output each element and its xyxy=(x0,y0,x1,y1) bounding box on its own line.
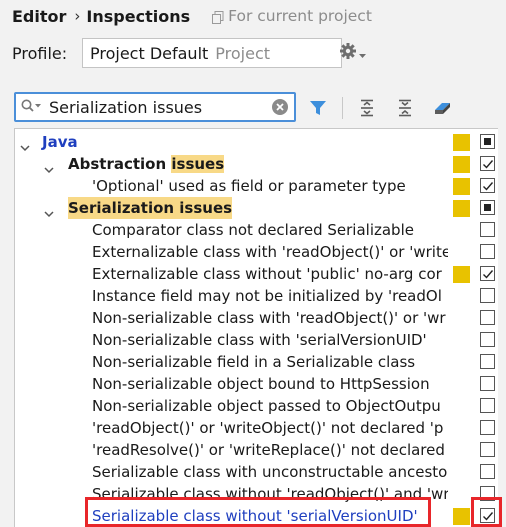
checkbox-unchecked[interactable] xyxy=(480,354,495,369)
profile-type: Project xyxy=(215,43,271,63)
search-field[interactable]: Serialization issues xyxy=(14,92,296,122)
label-text: Abstraction xyxy=(68,155,172,173)
copy-icon xyxy=(212,10,224,24)
inspections-tree: Java Abstraction issues 'Optional' used … xyxy=(14,128,506,527)
profile-row: Profile: Project Default Project xyxy=(12,38,366,68)
expand-all-icon[interactable] xyxy=(355,96,379,120)
inspection-item[interactable]: Serializable class with unconstructable … xyxy=(15,461,506,483)
tree-node-label: 'Optional' used as field or parameter ty… xyxy=(92,177,406,195)
severity-indicator xyxy=(453,266,470,283)
inspection-label: Externalizable class without 'public' no… xyxy=(92,265,442,283)
breadcrumb-editor[interactable]: Editor xyxy=(12,7,66,26)
checkbox-unchecked[interactable] xyxy=(480,332,495,347)
checkbox-unchecked[interactable] xyxy=(480,244,495,259)
search-icon xyxy=(21,98,43,117)
breadcrumb-inspections: Inspections xyxy=(86,6,191,26)
search-highlight: Serialization issues xyxy=(68,197,233,219)
tree-node-optional[interactable]: 'Optional' used as field or parameter ty… xyxy=(15,175,506,197)
checkbox-unchecked[interactable] xyxy=(480,442,495,457)
inspection-item[interactable]: Non-serializable field in a Serializable… xyxy=(15,351,506,373)
chevron-down-icon[interactable] xyxy=(20,137,30,152)
filter-icon[interactable] xyxy=(306,96,330,120)
checkbox-checked[interactable] xyxy=(480,266,495,281)
severity-indicator xyxy=(453,156,470,173)
inspection-item[interactable]: Non-serializable class with 'serialVersi… xyxy=(15,329,506,351)
breadcrumb: Editor › Inspections For current project xyxy=(12,4,372,28)
checkbox-checked[interactable] xyxy=(480,156,495,171)
inspection-item[interactable]: Non-serializable object bound to HttpSes… xyxy=(15,373,506,395)
inspection-label: Non-serializable class with 'readObject(… xyxy=(92,309,446,327)
tree-node-abstraction-issues[interactable]: Abstraction issues xyxy=(15,153,506,175)
scope-label: For current project xyxy=(228,7,372,25)
inspection-item[interactable]: Externalizable class without 'public' no… xyxy=(15,263,506,285)
inspection-label: Comparator class not declared Serializab… xyxy=(92,221,414,239)
inspection-label: Non-serializable class with 'serialVersi… xyxy=(92,331,427,349)
profile-name: Project Default xyxy=(90,43,209,63)
inspection-item[interactable]: Comparator class not declared Serializab… xyxy=(15,219,506,241)
tree-node-label: Abstraction issues xyxy=(68,153,225,175)
panel-edge xyxy=(498,128,506,527)
inspection-label: Instance field may not be initialized by… xyxy=(92,287,442,305)
severity-indicator xyxy=(453,134,470,151)
checkbox-unchecked[interactable] xyxy=(480,464,495,479)
checkbox-mixed[interactable] xyxy=(480,134,495,149)
annotation-highlight-checkbox xyxy=(471,497,502,527)
inspection-item[interactable]: Instance field may not be initialized by… xyxy=(15,285,506,307)
inspection-label: Non-serializable field in a Serializable… xyxy=(92,353,416,371)
inspection-item[interactable]: Non-serializable class with 'readObject(… xyxy=(15,307,506,329)
collapse-all-icon[interactable] xyxy=(393,96,417,120)
clear-icon[interactable] xyxy=(272,99,288,115)
toolbar-divider xyxy=(342,97,343,119)
tree-node-serialization-issues[interactable]: Serialization issues xyxy=(15,197,506,219)
checkbox-unchecked[interactable] xyxy=(480,376,495,391)
checkbox-unchecked[interactable] xyxy=(480,288,495,303)
checkbox-unchecked[interactable] xyxy=(480,398,495,413)
checkbox-checked[interactable] xyxy=(480,178,495,193)
inspection-item[interactable]: Non-serializable object passed to Object… xyxy=(15,395,506,417)
inspection-item[interactable]: Externalizable class with 'readObject()'… xyxy=(15,241,506,263)
inspection-label: 'readResolve()' or 'writeReplace()' not … xyxy=(92,441,445,459)
breadcrumb-separator: › xyxy=(74,7,81,25)
checkbox-mixed[interactable] xyxy=(480,200,495,215)
tree-toolbar xyxy=(306,96,469,120)
tree-node-label: Java xyxy=(42,133,78,151)
chevron-down-icon[interactable] xyxy=(44,203,54,218)
profile-select[interactable]: Project Default Project xyxy=(82,38,342,68)
scope-indicator: For current project xyxy=(212,7,372,25)
severity-indicator xyxy=(453,508,470,525)
inspection-label: 'readObject()' or 'writeObject()' not de… xyxy=(92,419,444,437)
inspection-item[interactable]: 'readResolve()' or 'writeReplace()' not … xyxy=(15,439,506,461)
checkbox-unchecked[interactable] xyxy=(480,420,495,435)
inspection-label: Non-serializable object bound to HttpSes… xyxy=(92,375,430,393)
severity-indicator xyxy=(453,178,470,195)
severity-indicator xyxy=(453,200,470,217)
chevron-down-icon xyxy=(359,44,366,63)
annotation-highlight-label xyxy=(85,497,431,527)
checkbox-unchecked[interactable] xyxy=(480,222,495,237)
search-highlight: issues xyxy=(171,155,225,173)
profile-actions-button[interactable] xyxy=(339,42,366,64)
tree-node-java[interactable]: Java xyxy=(15,131,506,153)
profile-label: Profile: xyxy=(12,43,68,63)
inspection-label: Externalizable class with 'readObject()'… xyxy=(92,243,448,261)
inspection-item[interactable]: 'readObject()' or 'writeObject()' not de… xyxy=(15,417,506,439)
gear-icon xyxy=(339,42,357,64)
inspection-label: Non-serializable object passed to Object… xyxy=(92,397,441,415)
search-input[interactable]: Serialization issues xyxy=(49,98,202,117)
checkbox-unchecked[interactable] xyxy=(480,310,495,325)
chevron-down-icon[interactable] xyxy=(44,159,54,174)
inspection-label: Serializable class with unconstructable … xyxy=(92,463,448,481)
eraser-icon[interactable] xyxy=(431,96,455,120)
